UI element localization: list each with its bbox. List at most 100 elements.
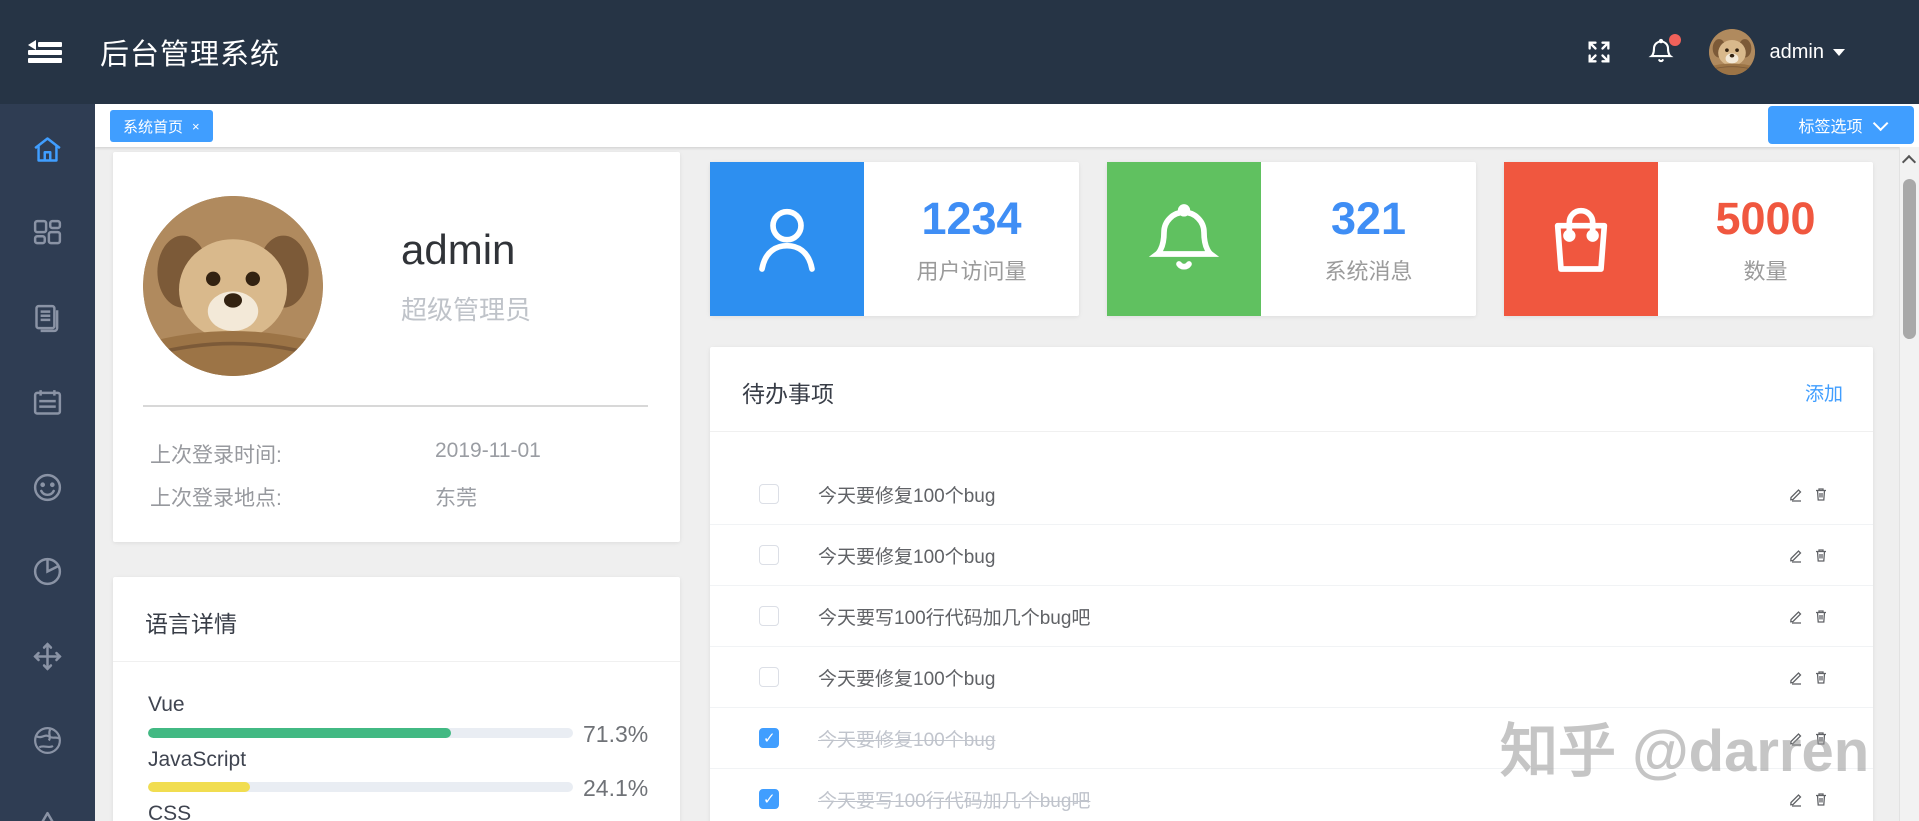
profile-avatar xyxy=(143,196,323,376)
sidebar-item-international[interactable] xyxy=(0,723,95,757)
move-arrows-icon xyxy=(31,640,64,673)
delete-icon[interactable] xyxy=(1813,730,1829,746)
tag-options-label: 标签选项 xyxy=(1798,113,1862,137)
tab-bar: 系统首页 × 标签选项 xyxy=(95,104,1919,147)
profile-role: 超级管理员 xyxy=(401,290,531,327)
scrollbar-thumb[interactable] xyxy=(1903,179,1916,339)
todo-item: 今天要修复100个bug xyxy=(710,525,1873,586)
delete-icon[interactable] xyxy=(1813,547,1829,563)
delete-icon[interactable] xyxy=(1813,669,1829,685)
bell-icon xyxy=(1107,162,1261,316)
app-title: 后台管理系统 xyxy=(100,31,280,73)
sidebar-item-documents[interactable] xyxy=(0,301,95,335)
todo-item: 今天要写100行代码加几个bug吧 xyxy=(710,586,1873,647)
stat-label: 用户访问量 xyxy=(916,254,1026,286)
sidebar-item-warning[interactable] xyxy=(0,808,95,821)
stat-label: 数量 xyxy=(1743,254,1787,286)
menu-fold-icon[interactable] xyxy=(28,37,62,67)
chevron-down-icon xyxy=(1872,115,1888,131)
scroll-up-arrow-icon[interactable] xyxy=(1902,155,1916,169)
divider xyxy=(113,661,680,662)
smiley-icon xyxy=(31,471,64,504)
todo-checkbox[interactable] xyxy=(759,545,779,565)
header-username[interactable]: admin xyxy=(1770,41,1824,64)
todo-card: 待办事项 添加 今天要修复100个bug 今天要修复100个bug xyxy=(710,347,1873,821)
tab-label: 系统首页 xyxy=(123,116,183,137)
stat-label: 系统消息 xyxy=(1324,254,1412,286)
edit-icon[interactable] xyxy=(1788,730,1804,746)
delete-icon[interactable] xyxy=(1813,791,1829,807)
delete-icon[interactable] xyxy=(1813,608,1829,624)
vertical-scrollbar[interactable] xyxy=(1899,147,1919,821)
todo-checkbox[interactable] xyxy=(759,789,779,809)
progress-bar-vue xyxy=(148,728,573,738)
last-login-place-value: 东莞 xyxy=(435,482,477,512)
stat-card-messages: 321 系统消息 xyxy=(1107,162,1476,316)
grid-icon xyxy=(31,217,64,250)
todo-text: 今天要修复100个bug xyxy=(818,725,995,752)
todo-list: 今天要修复100个bug 今天要修复100个bug 今天要写100行代码加几个b… xyxy=(710,464,1873,821)
header-right: admin xyxy=(1585,29,1845,75)
stat-value: 1234 xyxy=(921,193,1021,245)
notifications-button[interactable] xyxy=(1647,38,1675,66)
progress-bar-javascript xyxy=(148,782,573,792)
stat-card-quantity: 5000 数量 xyxy=(1504,162,1873,316)
globe-icon xyxy=(31,724,64,757)
todo-checkbox[interactable] xyxy=(759,484,779,504)
todo-text: 今天要写100行代码加几个bug吧 xyxy=(818,603,1090,630)
language-name: Vue xyxy=(148,693,185,717)
sidebar-item-drag[interactable] xyxy=(0,639,95,673)
main-content: 系统首页 × 标签选项 admin 超级管理员 上次登录时间: 2019-11-… xyxy=(95,104,1919,821)
language-percent: 24.1% xyxy=(583,775,658,802)
edit-icon[interactable] xyxy=(1788,547,1804,563)
stats-row: 1234 用户访问量 321 系统消息 5000 数量 xyxy=(710,162,1873,316)
sidebar xyxy=(0,104,95,821)
sidebar-item-emoji[interactable] xyxy=(0,470,95,504)
profile-card: admin 超级管理员 上次登录时间: 2019-11-01 上次登录地点: 东… xyxy=(113,152,680,542)
avatar[interactable] xyxy=(1709,29,1755,75)
edit-icon[interactable] xyxy=(1788,486,1804,502)
stat-value: 321 xyxy=(1331,193,1406,245)
language-name: JavaScript xyxy=(148,748,246,772)
last-login-place-label: 上次登录地点: xyxy=(150,482,282,512)
todo-item: 今天要修复100个bug xyxy=(710,647,1873,708)
todo-item: 今天要写100行代码加几个bug吧 xyxy=(710,769,1873,821)
todo-text: 今天要写100行代码加几个bug吧 xyxy=(818,786,1090,813)
home-icon xyxy=(31,133,64,166)
edit-icon[interactable] xyxy=(1788,608,1804,624)
divider xyxy=(710,431,1873,432)
profile-name: admin xyxy=(401,226,515,274)
language-name: CSS xyxy=(148,802,191,821)
todo-checkbox[interactable] xyxy=(759,606,779,626)
documents-icon xyxy=(31,302,64,335)
calendar-icon xyxy=(31,386,64,419)
sidebar-item-dashboard[interactable] xyxy=(0,216,95,250)
todo-checkbox[interactable] xyxy=(759,728,779,748)
todo-item: 今天要修复100个bug xyxy=(710,464,1873,525)
todo-item: 今天要修复100个bug xyxy=(710,708,1873,769)
chevron-down-icon[interactable] xyxy=(1833,49,1845,56)
todo-add-link[interactable]: 添加 xyxy=(1805,379,1843,406)
language-percent: 71.3% xyxy=(583,721,658,748)
todo-text: 今天要修复100个bug xyxy=(818,664,995,691)
last-login-time-label: 上次登录时间: xyxy=(150,439,282,469)
todo-card-title: 待办事项 xyxy=(742,375,834,409)
tag-options-button[interactable]: 标签选项 xyxy=(1768,106,1914,144)
sidebar-item-home[interactable] xyxy=(0,132,95,166)
notification-badge xyxy=(1669,34,1681,46)
language-detail-card: 语言详情 Vue 71.3% JavaScript 24.1% CSS xyxy=(113,577,680,821)
profile-divider xyxy=(143,405,648,407)
tab-system-home[interactable]: 系统首页 × xyxy=(110,110,213,142)
stat-card-visits: 1234 用户访问量 xyxy=(710,162,1079,316)
sidebar-item-charts[interactable] xyxy=(0,554,95,588)
sidebar-item-calendar[interactable] xyxy=(0,385,95,419)
fullscreen-icon[interactable] xyxy=(1585,38,1613,66)
warning-triangle-icon xyxy=(31,809,64,821)
todo-checkbox[interactable] xyxy=(759,667,779,687)
tab-close-icon[interactable]: × xyxy=(192,120,200,133)
edit-icon[interactable] xyxy=(1788,669,1804,685)
edit-icon[interactable] xyxy=(1788,791,1804,807)
delete-icon[interactable] xyxy=(1813,486,1829,502)
last-login-time-value: 2019-11-01 xyxy=(435,439,541,463)
stat-value: 5000 xyxy=(1715,193,1815,245)
